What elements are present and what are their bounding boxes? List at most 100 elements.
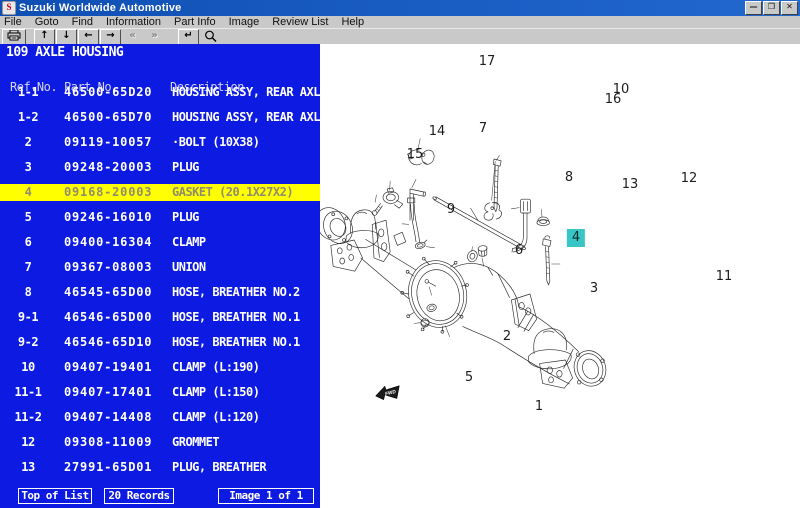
part-row-11-2[interactable]: 11-2 09407-14408 CLAMP (L:120) xyxy=(0,409,320,426)
callout-13[interactable]: 13 xyxy=(622,178,639,192)
ref-no: 1-1 xyxy=(0,84,56,101)
toolbar: ↑ ↓ ← → « » ↵ xyxy=(0,29,800,45)
part-no: 09400-16304 xyxy=(64,234,152,251)
parts-diagram[interactable]: FWD 1716101471581312964113251 xyxy=(320,44,800,508)
part-row-1-2[interactable]: 1-2 46500-65D70 HOUSING ASSY, REAR AXLE xyxy=(0,109,320,126)
part-row-2[interactable]: 209119-10057·BOLT (10X38) xyxy=(0,134,320,151)
part-row-9-1[interactable]: 9-146546-65D00HOSE, BREATHER NO.1 xyxy=(0,309,320,326)
callout-14[interactable]: 14 xyxy=(429,125,446,139)
part-no: 09308-11009 xyxy=(64,434,152,451)
part-no: 09407-14408 xyxy=(64,409,152,426)
part-row-3[interactable]: 3 09248-20003 PLUG xyxy=(0,159,320,176)
callout-17[interactable]: 17 xyxy=(479,55,496,69)
callout-15[interactable]: 15 xyxy=(407,148,424,162)
zoom-button[interactable] xyxy=(200,29,221,45)
callout-9[interactable]: 9 xyxy=(447,203,455,217)
menu-bar: File Goto Find Information Part Info Image Rev… xyxy=(0,16,800,29)
ref-no: 9-2 xyxy=(0,334,56,351)
part-no: 09367-08003 xyxy=(64,259,152,276)
status-bar: Top of List 20 Records Image 1 of 1 xyxy=(0,488,320,508)
callout-1[interactable]: 1 xyxy=(535,400,543,414)
up-button[interactable]: ↑ xyxy=(34,29,55,45)
ref-no: 11-2 xyxy=(0,409,56,426)
callout-2[interactable]: 2 xyxy=(503,330,511,344)
menu-item-file[interactable]: File xyxy=(4,16,22,29)
menu-item-help[interactable]: Help xyxy=(341,16,364,29)
ref-no: 1-2 xyxy=(0,109,56,126)
part-no: 46546-65D10 xyxy=(64,334,152,351)
callout-7[interactable]: 7 xyxy=(479,122,487,136)
next-group-button[interactable]: » xyxy=(144,29,165,45)
status-image-count: Image 1 of 1 xyxy=(218,488,314,504)
ref-no: 12 xyxy=(0,434,56,451)
part-row-8[interactable]: 8 46545-65D00 HOSE, BREATHER NO.2 xyxy=(0,284,320,301)
description: PLUG xyxy=(172,159,199,176)
callout-10[interactable]: 10 xyxy=(613,83,630,97)
enter-button[interactable]: ↵ xyxy=(178,29,199,45)
minimize-button[interactable]: — xyxy=(745,1,762,15)
description: HOSE, BREATHER NO.2 xyxy=(172,284,300,301)
callout-6[interactable]: 6 xyxy=(515,244,523,258)
description: PLUG, BREATHER xyxy=(172,459,266,476)
part-row-13[interactable]: 1327991-65D01PLUG, BREATHER xyxy=(0,459,320,476)
description: GASKET (20.1X27X2) xyxy=(172,184,293,201)
menu-item-part-info[interactable]: Part Info xyxy=(174,16,216,29)
close-button[interactable]: ✕ xyxy=(781,1,798,15)
status-record-count: 20 Records xyxy=(104,488,174,504)
status-top-of-list: Top of List xyxy=(18,488,92,504)
callout-5[interactable]: 5 xyxy=(465,371,473,385)
ref-no: 4 xyxy=(0,184,56,201)
part-no: 46546-65D00 xyxy=(64,309,152,326)
part-no: 09248-20003 xyxy=(64,159,152,176)
prev-group-button[interactable]: « xyxy=(122,29,143,45)
part-no: 46545-65D00 xyxy=(64,284,152,301)
part-no: 09407-17401 xyxy=(64,384,152,401)
ref-no: 9-1 xyxy=(0,309,56,326)
part-no: 46500-65D20 xyxy=(64,84,152,101)
part-row-11-1[interactable]: 11-109407-17401CLAMP (L:150) xyxy=(0,384,320,401)
description: PLUG xyxy=(172,209,199,226)
restore-button[interactable]: ❒ xyxy=(763,1,780,15)
ref-no: 6 xyxy=(0,234,56,251)
title-bar: S Suzuki Worldwide Automotive — ❒ ✕ xyxy=(0,0,800,16)
description: HOUSING ASSY, REAR AXLE xyxy=(172,109,320,126)
callout-4[interactable]: 4 xyxy=(567,229,585,247)
menu-item-goto[interactable]: Goto xyxy=(35,16,59,29)
ref-no: 5 xyxy=(0,209,56,226)
callout-8[interactable]: 8 xyxy=(565,171,573,185)
part-row-6[interactable]: 6 09400-16304 CLAMP xyxy=(0,234,320,251)
parts-list-panel: 109 AXLE HOUSING Ref.No. Part No. Descri… xyxy=(0,44,320,508)
description: UNION xyxy=(172,259,206,276)
part-row-12[interactable]: 1209308-11009GROMMET xyxy=(0,434,320,451)
callout-12[interactable]: 12 xyxy=(681,172,698,186)
ref-no: 11-1 xyxy=(0,384,56,401)
part-row-4[interactable]: 4 09168-20003 GASKET (20.1X27X2) xyxy=(0,184,320,201)
right-button[interactable]: → xyxy=(100,29,121,45)
down-button[interactable]: ↓ xyxy=(56,29,77,45)
part-row-5[interactable]: 509246-16010PLUG xyxy=(0,209,320,226)
menu-item-image[interactable]: Image xyxy=(229,16,260,29)
ref-no: 3 xyxy=(0,159,56,176)
menu-item-information[interactable]: Information xyxy=(106,16,161,29)
ref-no: 8 xyxy=(0,284,56,301)
magnifier-icon xyxy=(204,30,217,42)
description: CLAMP (L:120) xyxy=(172,409,259,426)
part-row-10[interactable]: 1009407-19401CLAMP (L:190) xyxy=(0,359,320,376)
left-button[interactable]: ← xyxy=(78,29,99,45)
part-no: 46500-65D70 xyxy=(64,109,152,126)
part-no: 09407-19401 xyxy=(64,359,152,376)
ref-no: 2 xyxy=(0,134,56,151)
part-no: 09168-20003 xyxy=(64,184,152,201)
part-row-7[interactable]: 7 09367-08003 UNION xyxy=(0,259,320,276)
menu-item-review-list[interactable]: Review List xyxy=(272,16,328,29)
description: HOUSING ASSY, REAR AXLE xyxy=(172,84,320,101)
ref-no: 7 xyxy=(0,259,56,276)
print-button[interactable] xyxy=(2,29,26,45)
printer-icon xyxy=(7,30,21,41)
callout-11[interactable]: 11 xyxy=(716,270,733,284)
callout-3[interactable]: 3 xyxy=(590,282,598,296)
menu-item-find[interactable]: Find xyxy=(72,16,93,29)
description: CLAMP xyxy=(172,234,206,251)
part-row-9-2[interactable]: 9-246546-65D10HOSE, BREATHER NO.1 xyxy=(0,334,320,351)
part-row-1-1[interactable]: 1-1 46500-65D20 HOUSING ASSY, REAR AXLE xyxy=(0,84,320,101)
